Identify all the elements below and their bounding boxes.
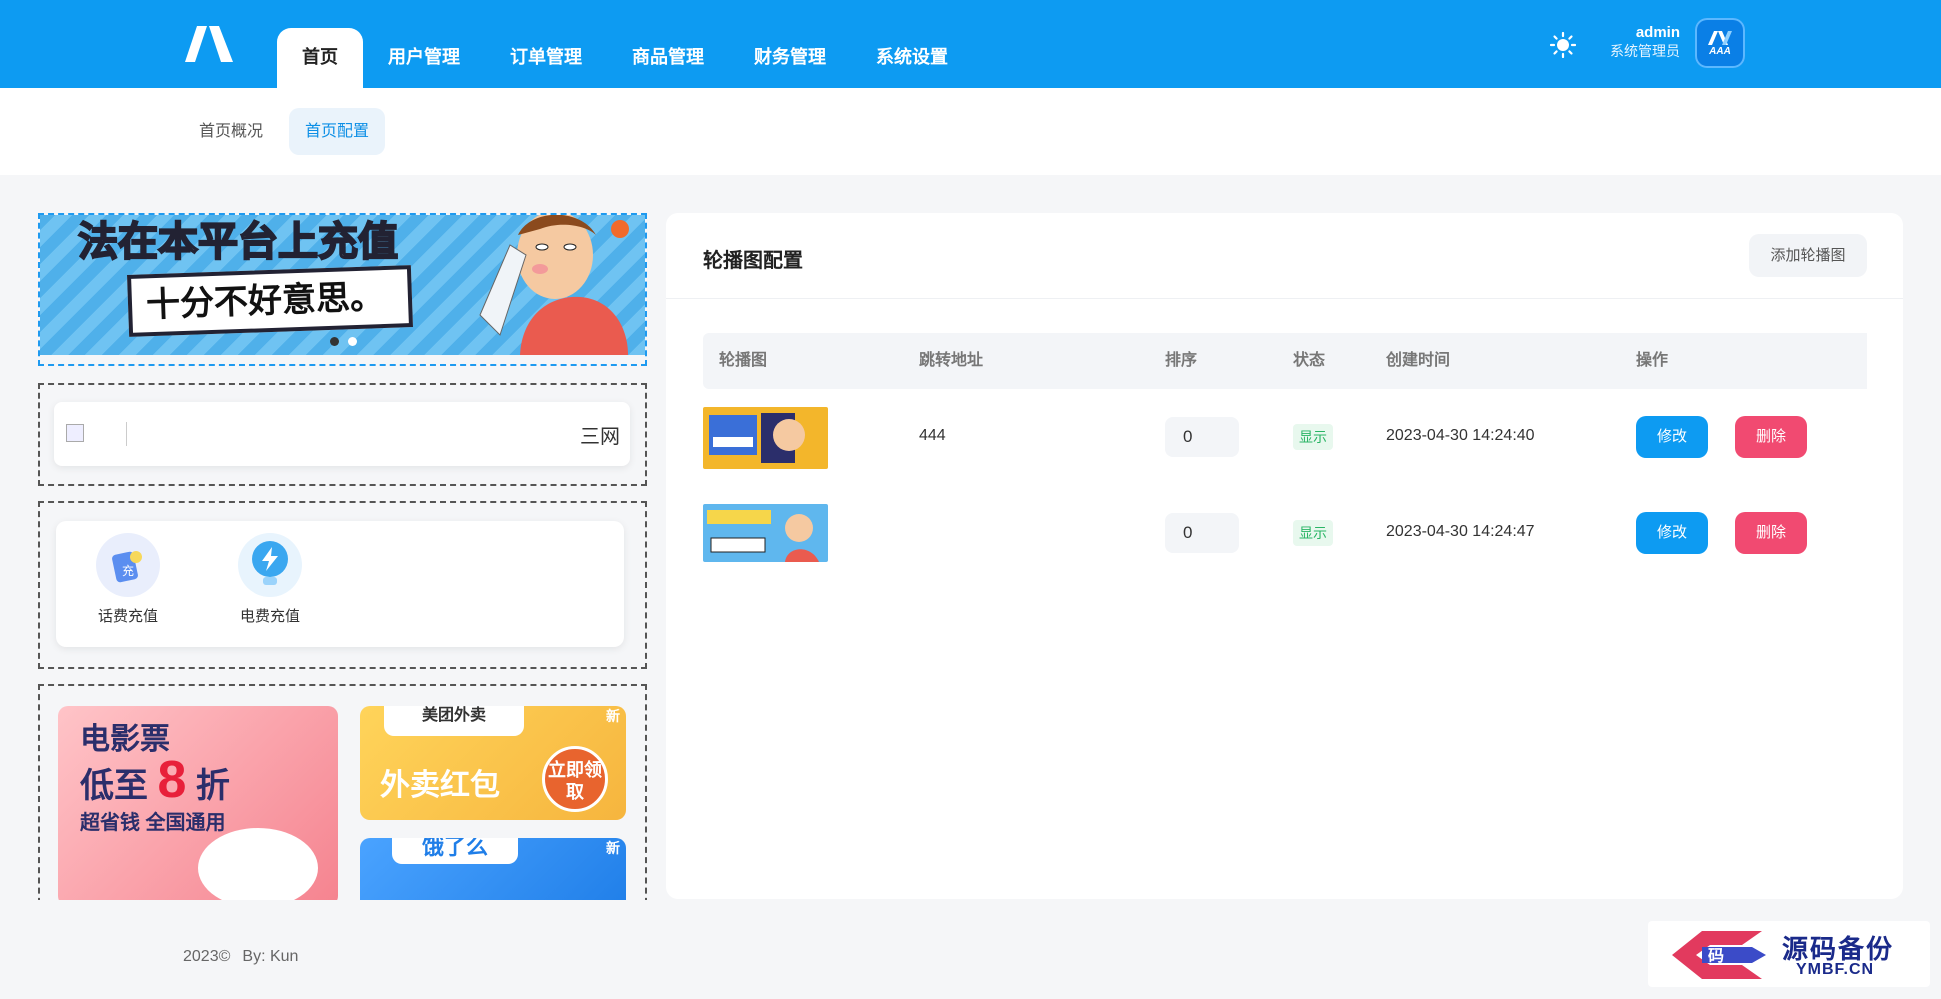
broken-image-icon: [66, 424, 84, 442]
ad-eleme-brand: 饿了么: [392, 838, 518, 864]
recharge-badge: 充: [122, 563, 134, 578]
panel-header: 轮播图配置 添加轮播图: [666, 213, 1903, 299]
notice-divider: [126, 422, 127, 446]
col-created: 创建时间: [1386, 352, 1451, 369]
service-electricity-recharge[interactable]: 电费充值: [220, 533, 320, 626]
carousel-thumbnail[interactable]: [703, 407, 828, 469]
services-card: 充 话费充值 电费充值: [56, 521, 624, 647]
top-header: 首页 用户管理 订单管理 商品管理 财务管理 系统设置 admin 系统管理员 …: [0, 0, 1941, 88]
ad-movie-discount-unit: 折: [195, 767, 230, 805]
subnav-overview[interactable]: 首页概况: [183, 108, 279, 155]
carousel-config-panel: 轮播图配置 添加轮播图 轮播图 跳转地址 排序 状态 创建时间 操作 444 0…: [666, 213, 1903, 899]
nav-finance[interactable]: 财务管理: [729, 28, 851, 88]
sub-nav: 首页概况 首页配置: [0, 88, 1941, 175]
service-phone-recharge[interactable]: 充 话费充值: [78, 533, 178, 626]
app-logo[interactable]: [183, 24, 239, 64]
nav-users[interactable]: 用户管理: [363, 28, 485, 88]
watermark-logo: 码 源码备份 YMBF.CN: [1648, 921, 1930, 987]
new-badge: 新: [606, 708, 620, 724]
carousel-dot[interactable]: [330, 337, 339, 346]
banner-line2: 十分不好意思。: [127, 265, 413, 337]
nav-settings[interactable]: 系统设置: [851, 28, 973, 88]
carousel-thumbnail[interactable]: [703, 504, 828, 562]
ad-movie-subtitle: 超省钱 全国通用: [80, 812, 226, 834]
ad-movie-discount-value: 8: [157, 751, 187, 809]
delete-button[interactable]: 删除: [1735, 416, 1807, 458]
avatar-logo-icon: [1708, 30, 1732, 45]
sort-input[interactable]: 0: [1165, 417, 1239, 457]
ad-movie-tickets[interactable]: 电影票 低至 8 折 超省钱 全国通用: [58, 706, 338, 900]
ad-movie-discount-prefix: 低至: [80, 767, 148, 805]
row-link: 444: [919, 427, 946, 444]
panel-title: 轮播图配置: [703, 250, 803, 272]
banner-carousel[interactable]: 法在本平台上充值 十分不好意思。: [38, 213, 647, 366]
col-image: 轮播图: [719, 352, 768, 369]
row-created: 2023-04-30 14:24:40: [1386, 427, 1535, 444]
add-carousel-button[interactable]: 添加轮播图: [1749, 234, 1867, 277]
subnav-config[interactable]: 首页配置: [289, 108, 386, 155]
watermark-mark-icon: 码: [1672, 931, 1766, 979]
status-badge: 显示: [1293, 424, 1333, 450]
ad-meituan[interactable]: 美团外卖 新 外卖红包 立即领取: [360, 706, 626, 820]
col-actions: 操作: [1636, 352, 1669, 369]
nav-products[interactable]: 商品管理: [607, 28, 729, 88]
footer: 2023© By: Kun: [183, 948, 310, 966]
services-block[interactable]: 充 话费充值 电费充值: [38, 501, 647, 669]
banner-person-illustration: [479, 215, 629, 355]
col-link: 跳转地址: [919, 352, 984, 369]
footer-author: By: Kun: [242, 948, 299, 965]
ad-eleme[interactable]: 饿了么 新: [360, 838, 626, 900]
nav-home[interactable]: 首页: [277, 28, 363, 88]
new-badge: 新: [606, 840, 620, 856]
service-label: 话费充值: [97, 608, 158, 625]
table-header: 轮播图 跳转地址 排序 状态 创建时间 操作: [703, 333, 1867, 389]
lightning-bulb-icon: [238, 533, 302, 597]
table-row: 444 0 显示 2023-04-30 14:24:40 修改 删除: [703, 389, 1867, 484]
avatar-text: AAA: [1709, 45, 1731, 57]
ads-block[interactable]: 电影票 低至 8 折 超省钱 全国通用 美团外卖 新 外卖红包 立即领取 饿了么…: [38, 684, 647, 900]
user-info[interactable]: admin 系统管理员: [1610, 24, 1680, 60]
banner-line1: 法在本平台上充值: [77, 219, 399, 265]
footer-year: 2023©: [183, 948, 231, 965]
table-row: 0 显示 2023-04-30 14:24:47 修改 删除: [703, 484, 1867, 579]
notice-card: 三网: [54, 402, 630, 466]
cat-mascot-illustration: [198, 828, 318, 900]
watermark-badge: 码: [1708, 946, 1724, 965]
status-badge: 显示: [1293, 520, 1333, 546]
nav-orders[interactable]: 订单管理: [485, 28, 607, 88]
edit-button[interactable]: 修改: [1636, 512, 1708, 554]
col-status: 状态: [1293, 352, 1326, 369]
user-role: 系统管理员: [1610, 43, 1680, 59]
user-name: admin: [1635, 24, 1680, 41]
col-sort: 排序: [1165, 352, 1198, 369]
ad-movie-discount: 低至 8 折: [80, 750, 230, 810]
row-created: 2023-04-30 14:24:47: [1386, 523, 1535, 540]
watermark-url: YMBF.CN: [1796, 961, 1875, 978]
main-nav: 首页 用户管理 订单管理 商品管理 财务管理 系统设置: [277, 28, 973, 88]
notice-text: 三网: [580, 426, 620, 448]
sun-icon[interactable]: [1550, 32, 1576, 58]
service-label: 电费充值: [239, 608, 300, 625]
phone-card-icon: 充: [96, 533, 160, 597]
carousel-dot[interactable]: [348, 337, 357, 346]
ad-meituan-brand: 美团外卖: [384, 706, 524, 736]
sort-input[interactable]: 0: [1165, 513, 1239, 553]
delete-button[interactable]: 删除: [1735, 512, 1807, 554]
ad-meituan-button[interactable]: 立即领取: [542, 746, 608, 812]
avatar[interactable]: AAA: [1695, 18, 1745, 68]
notice-block[interactable]: 三网: [38, 383, 647, 486]
mobile-preview: 法在本平台上充值 十分不好意思。 三网 充 话费充值 电费充值 电影票 低至 8…: [38, 213, 647, 900]
carousel-table: 轮播图 跳转地址 排序 状态 创建时间 操作 444 0 显示 2023-04-…: [703, 333, 1867, 579]
edit-button[interactable]: 修改: [1636, 416, 1708, 458]
ad-meituan-text: 外卖红包: [380, 769, 500, 802]
